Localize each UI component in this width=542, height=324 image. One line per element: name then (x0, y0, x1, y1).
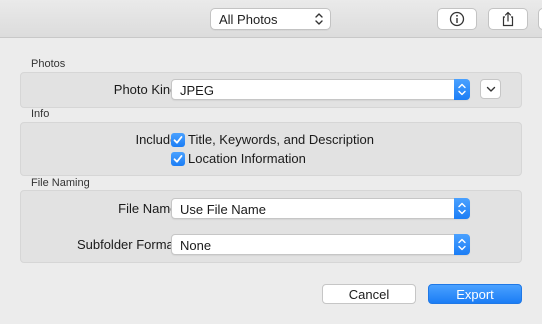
cancel-button[interactable]: Cancel (322, 284, 416, 304)
share-button[interactable] (488, 8, 528, 30)
section-title-info: Info (31, 108, 50, 120)
section-title-file-naming: File Naming (31, 177, 90, 189)
location-info-checkbox[interactable] (171, 152, 185, 166)
photo-kind-popup[interactable]: JPEG (171, 79, 470, 100)
popup-stepper (454, 234, 470, 255)
photo-kind-value: JPEG (180, 83, 214, 98)
location-info-label[interactable]: Location Information (188, 151, 306, 166)
checkmark-icon (173, 136, 183, 144)
album-select-label: All Photos (219, 12, 278, 27)
title-keywords-label[interactable]: Title, Keywords, and Description (188, 132, 374, 147)
checkmark-icon (173, 155, 183, 163)
popup-stepper (454, 79, 470, 100)
file-name-value: Use File Name (180, 202, 266, 217)
chevron-updown-icon (458, 202, 466, 215)
subfolder-format-value: None (180, 238, 212, 253)
popup-stepper (454, 198, 470, 219)
file-name-label: File Name: (118, 201, 181, 216)
section-title-photos: Photos (31, 58, 66, 70)
chevron-updown-icon (458, 238, 466, 251)
toolbar-overflow-button[interactable] (538, 8, 542, 30)
toolbar: All Photos (0, 0, 542, 38)
photos-group: Photo Kind: JPEG (20, 72, 522, 108)
share-icon (502, 11, 514, 27)
photo-kind-label: Photo Kind: (113, 82, 181, 97)
export-button[interactable]: Export (428, 284, 522, 304)
include-label: Include: (135, 132, 181, 147)
info-group: Include: Title, Keywords, and Descriptio… (20, 122, 522, 176)
chevron-down-icon (486, 86, 496, 92)
chevron-updown-icon (458, 83, 466, 96)
info-icon (449, 11, 465, 27)
subfolder-format-label: Subfolder Format: (76, 237, 181, 252)
file-naming-group: File Name: Use File Name Subfolder Forma… (20, 190, 522, 263)
subfolder-format-popup[interactable]: None (171, 234, 470, 255)
chevron-updown-icon (315, 13, 323, 25)
info-button[interactable] (437, 8, 477, 30)
photo-kind-disclosure-button[interactable] (480, 79, 501, 99)
title-keywords-checkbox[interactable] (171, 133, 185, 147)
file-name-popup[interactable]: Use File Name (171, 198, 470, 219)
album-select[interactable]: All Photos (210, 8, 331, 30)
